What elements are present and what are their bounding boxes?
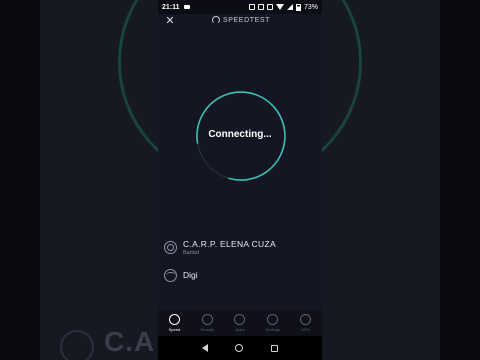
blurred-server-text: C.A — [104, 326, 156, 357]
speedtest-logo-icon — [212, 16, 220, 24]
globe-icon — [300, 314, 312, 325]
blurred-globe-icon — [60, 330, 94, 360]
android-nav-bar — [158, 336, 322, 360]
tab-label: Apps — [235, 327, 245, 332]
battery-percent: 73% — [303, 3, 318, 11]
isp-name: Digi — [183, 270, 198, 280]
tab-vpn[interactable]: VPN — [289, 310, 322, 336]
speedometer-icon — [168, 314, 180, 325]
server-location: Barlad — [183, 249, 199, 256]
bottom-tab-bar: Speed Results Apps Settings VPN — [158, 310, 322, 336]
tab-label: VPN — [301, 327, 310, 332]
app-bar: ✕ SPEEDTEST — [158, 14, 322, 28]
tab-label: Results — [200, 327, 214, 332]
wifi-status-icon — [275, 4, 284, 10]
status-time: 21:11 — [162, 3, 180, 11]
rocket-icon — [234, 314, 246, 325]
tab-apps[interactable]: Apps — [224, 310, 257, 336]
home-icon[interactable] — [235, 344, 244, 352]
brand-logo: SPEEDTEST — [212, 16, 270, 24]
isp-text: Digi — [183, 270, 198, 280]
status-icons: 73% — [248, 3, 318, 11]
server-icon — [164, 240, 177, 254]
nfc-icon — [248, 4, 255, 10]
tab-label: Speed — [168, 327, 181, 332]
gear-icon — [267, 314, 279, 325]
recent-apps-icon[interactable] — [271, 344, 279, 352]
tab-results[interactable]: Results — [191, 310, 224, 336]
server-name: C.A.R.P. ELENA CUZA — [183, 238, 276, 249]
back-icon[interactable] — [201, 344, 208, 352]
phone-screen: 21:11 73% ✕ SPEEDTEST Connecting... C.A.… — [158, 0, 322, 360]
isp-row[interactable]: Digi — [164, 266, 198, 284]
server-text: C.A.R.P. ELENA CUZA Barlad — [183, 239, 276, 256]
tab-settings[interactable]: Settings — [256, 310, 289, 336]
status-bar: 21:11 73% — [158, 0, 322, 14]
tab-speed[interactable]: Speed — [158, 310, 191, 336]
connecting-status: Connecting... — [208, 129, 272, 140]
brand-title: SPEEDTEST — [223, 16, 271, 24]
server-row[interactable]: C.A.R.P. ELENA CUZA Barlad — [164, 238, 276, 256]
close-icon[interactable]: ✕ — [164, 15, 176, 27]
check-circle-icon — [201, 314, 213, 325]
eye-icon — [257, 4, 264, 10]
battery-icon — [295, 3, 301, 11]
location-icon — [266, 4, 273, 10]
wifi-icon — [164, 268, 177, 282]
tab-label: Settings — [265, 327, 281, 332]
signal-icon — [286, 4, 293, 10]
video-camera-icon — [183, 5, 190, 9]
